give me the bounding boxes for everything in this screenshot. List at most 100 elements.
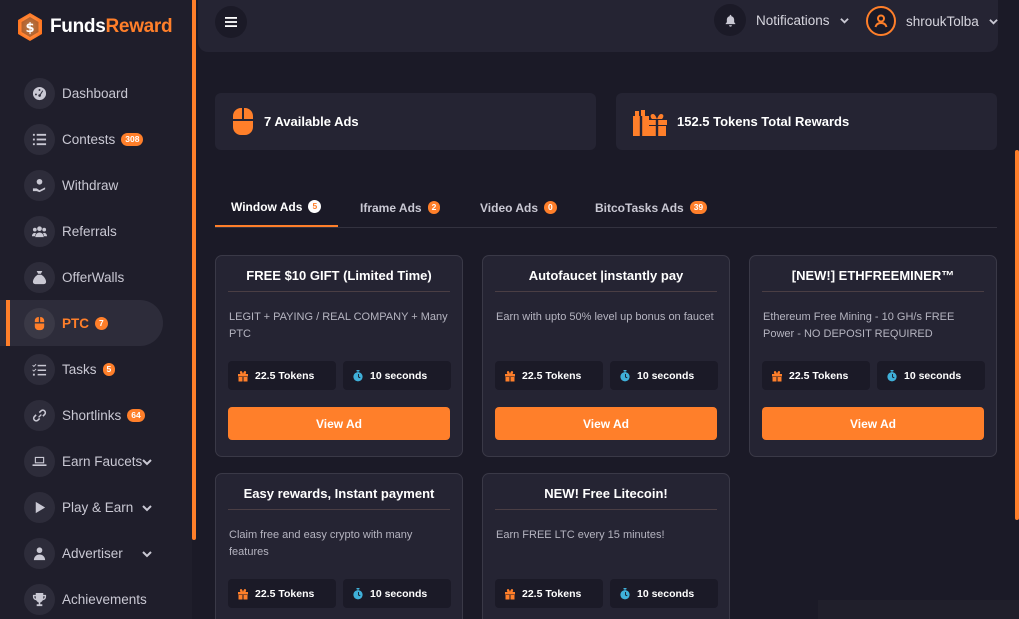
money-bag-icon <box>24 261 55 293</box>
view-ad-button[interactable]: View Ad <box>495 407 717 440</box>
reward-value: 22.5 Tokens <box>522 369 582 382</box>
sidebar-item-label: PTC <box>62 315 89 331</box>
top-navbar: Notifications shroukTolba <box>198 0 998 52</box>
ad-description: Earn FREE LTC every 15 minutes! <box>496 529 665 541</box>
username: shroukTolba <box>906 13 979 29</box>
divider <box>495 291 717 292</box>
tab-window-ads[interactable]: Window Ads 5 <box>215 188 338 227</box>
available-ads-text: 7 Available Ads <box>264 114 359 129</box>
notifications-dropdown[interactable]: Notifications <box>714 3 849 37</box>
gift-icon <box>238 588 248 599</box>
view-ad-button[interactable]: View Ad <box>228 407 450 440</box>
user-menu[interactable]: shroukTolba <box>866 5 998 37</box>
sidebar-item-contests[interactable]: Contests 308 <box>0 116 192 162</box>
stopwatch-icon <box>887 369 897 381</box>
gifts-icon <box>633 109 667 136</box>
gift-icon <box>505 370 515 381</box>
sidebar-item-dashboard[interactable]: Dashboard <box>0 70 192 116</box>
sidebar-item-withdraw[interactable]: Withdraw <box>0 162 192 208</box>
tab-label: Video Ads <box>480 200 539 215</box>
tab-video-ads[interactable]: Video Ads 0 <box>480 188 557 227</box>
reward-value: 22.5 Tokens <box>789 369 849 382</box>
tab-count-badge: 0 <box>544 201 557 214</box>
sidebar-item-label: Referrals <box>62 223 117 239</box>
total-rewards-card: 152.5 Tokens Total Rewards <box>616 93 997 150</box>
users-icon <box>24 215 55 247</box>
sidebar-item-offerwalls[interactable]: OfferWalls <box>0 254 192 300</box>
hamburger-icon <box>225 17 237 27</box>
ad-title: [NEW!] ETHFREEMINER™ <box>791 268 955 283</box>
sidebar-item-label: Withdraw <box>62 177 119 193</box>
stopwatch-icon <box>620 587 630 599</box>
withdraw-icon <box>24 169 55 201</box>
ad-title: NEW! Free Litecoin! <box>544 486 668 501</box>
menu-toggle-button[interactable] <box>215 6 247 38</box>
sidebar-item-referrals[interactable]: Referrals <box>0 208 192 254</box>
brand-logo[interactable]: $ FundsReward <box>16 12 173 42</box>
dashboard-icon <box>24 77 55 109</box>
count-badge: 5 <box>102 362 116 376</box>
count-badge: 7 <box>95 316 108 330</box>
tab-bitcotasks-ads[interactable]: BitcoTasks Ads 39 <box>595 188 708 227</box>
sidebar-item-label: Play & Earn <box>62 499 134 515</box>
sidebar-item-label: OfferWalls <box>62 269 125 285</box>
ad-description: LEGIT + PAYING / REAL COMPANY + Many PTC <box>229 311 448 340</box>
chevron-down-icon <box>989 14 998 29</box>
play-icon <box>24 491 55 523</box>
corner-overlay <box>818 600 1019 619</box>
divider <box>228 509 450 510</box>
tab-count-badge: 39 <box>689 201 708 214</box>
available-ads-card: 7 Available Ads <box>215 93 596 150</box>
notifications-label: Notifications <box>756 12 830 28</box>
sidebar-item-play-earn[interactable]: Play & Earn <box>0 484 192 530</box>
tab-label: BitcoTasks Ads <box>595 200 684 215</box>
duration-pill: 10 seconds <box>877 361 985 390</box>
divider <box>495 509 717 510</box>
reward-value: 22.5 Tokens <box>255 587 315 600</box>
gift-icon <box>238 370 248 381</box>
count-badge: 308 <box>121 132 144 146</box>
tab-iframe-ads[interactable]: Iframe Ads 2 <box>360 188 441 227</box>
sidebar-item-label: Dashboard <box>62 85 129 101</box>
tab-label: Iframe Ads <box>360 200 422 215</box>
ad-card: Easy rewards, Instant payment Claim free… <box>215 473 463 619</box>
mouse-icon <box>24 307 55 339</box>
ad-title: Autofaucet |instantly pay <box>528 268 684 283</box>
sidebar-scrollbar[interactable] <box>192 0 196 540</box>
sidebar-item-label: Achievements <box>62 591 147 607</box>
sidebar-item-earn-faucets[interactable]: Earn Faucets <box>0 438 192 484</box>
ad-card: FREE $10 GIFT (Limited Time) LEGIT + PAY… <box>215 255 463 457</box>
duration-value: 10 seconds <box>904 369 962 382</box>
gift-icon <box>505 588 515 599</box>
duration-value: 10 seconds <box>637 587 695 600</box>
duration-pill: 10 seconds <box>343 579 451 608</box>
reward-pill: 22.5 Tokens <box>228 579 336 608</box>
view-ad-button[interactable]: View Ad <box>762 407 984 440</box>
logo-hexagon-icon: $ <box>18 13 42 41</box>
tasks-icon <box>24 353 55 385</box>
chevron-down-icon <box>142 501 152 512</box>
brand-name: FundsReward <box>50 16 173 37</box>
sidebar-item-shortlinks[interactable]: Shortlinks 64 <box>0 392 192 438</box>
sidebar-item-label: Earn Faucets <box>62 453 143 469</box>
ad-card: Autofaucet |instantly pay Earn with upto… <box>482 255 730 457</box>
reward-pill: 22.5 Tokens <box>762 361 870 390</box>
chevron-down-icon <box>142 547 152 558</box>
reward-pill: 22.5 Tokens <box>495 361 603 390</box>
reward-value: 22.5 Tokens <box>522 587 582 600</box>
chevron-down-icon <box>142 455 152 466</box>
tab-label: Window Ads <box>231 199 303 214</box>
ad-title: Easy rewards, Instant payment <box>243 486 435 501</box>
sidebar-item-achievements[interactable]: Achievements <box>0 576 192 619</box>
sidebar-item-ptc[interactable]: PTC 7 <box>0 300 163 346</box>
stopwatch-icon <box>353 369 363 381</box>
list-icon <box>24 123 55 155</box>
reward-value: 22.5 Tokens <box>255 369 315 382</box>
sidebar-item-tasks[interactable]: Tasks 5 <box>0 346 192 392</box>
stopwatch-icon <box>620 369 630 381</box>
sidebar-item-advertiser[interactable]: Advertiser <box>0 530 192 576</box>
ad-description: Claim free and easy crypto with many fea… <box>229 529 413 558</box>
page-scrollbar[interactable] <box>1015 150 1019 520</box>
divider <box>762 291 984 292</box>
stopwatch-icon <box>353 587 363 599</box>
